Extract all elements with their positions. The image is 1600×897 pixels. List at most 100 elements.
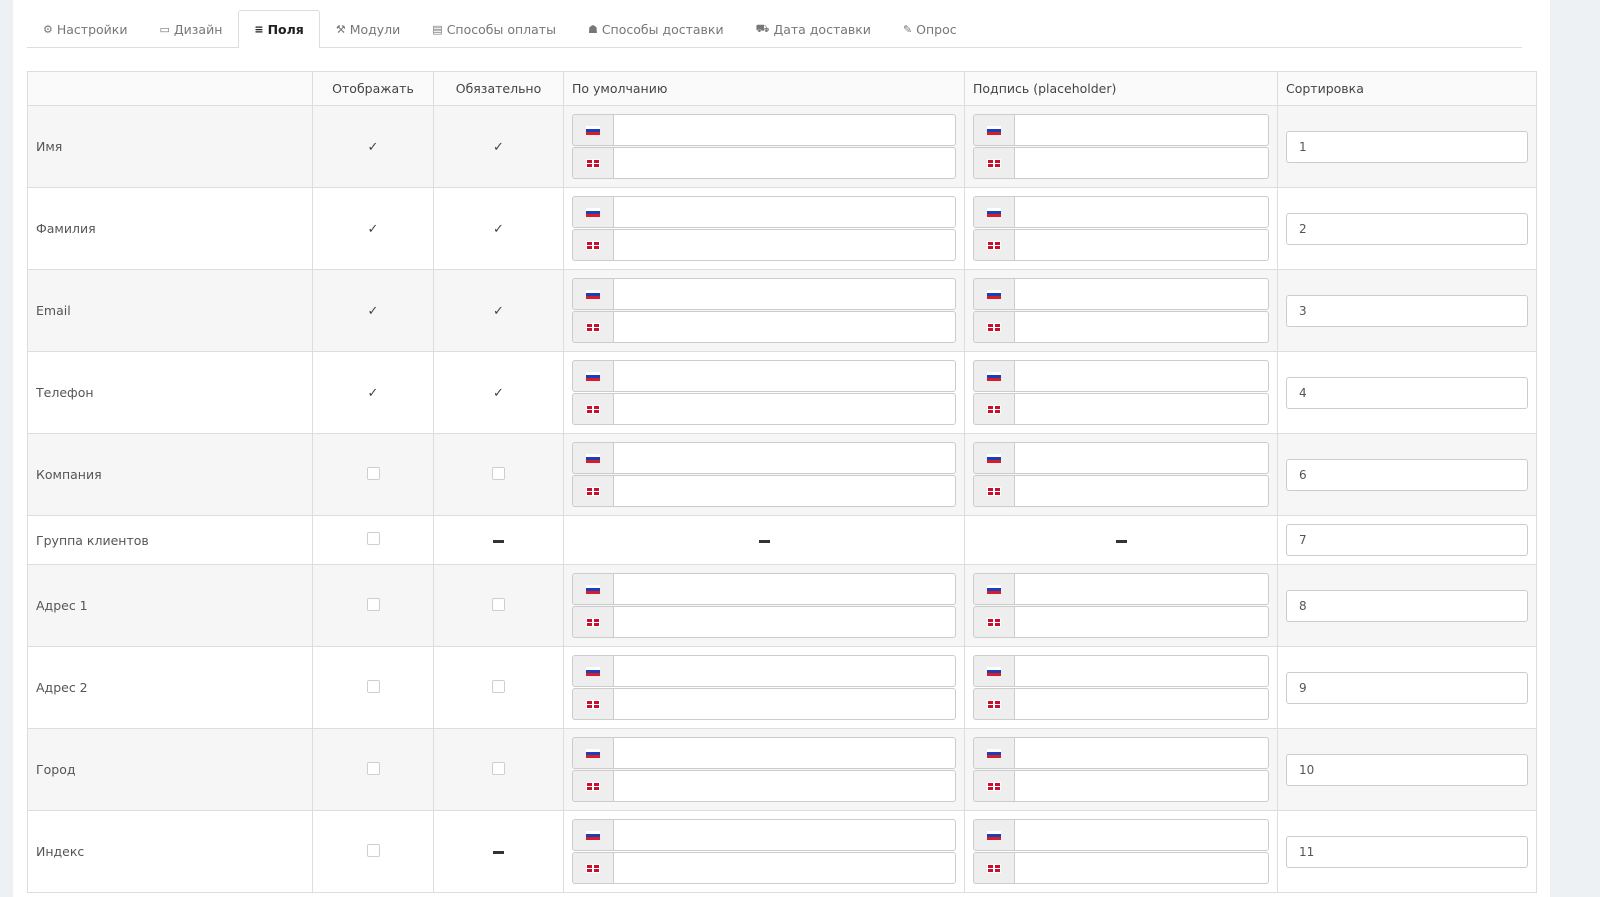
default-input-ru[interactable] (613, 360, 956, 392)
sort-order-input[interactable] (1286, 753, 1528, 786)
default-input-en[interactable] (613, 770, 956, 802)
ru-flag-icon (987, 207, 1001, 217)
default-input-en[interactable] (613, 311, 956, 343)
input-group (973, 393, 1269, 425)
language-addon (973, 311, 1014, 343)
placeholder-input-en[interactable] (1014, 606, 1269, 638)
show-cell (312, 515, 434, 565)
language-addon (973, 393, 1014, 425)
input-group (973, 606, 1269, 638)
table-row: Индекс (27, 810, 1537, 893)
tab-modules[interactable]: ⚒ Модули (320, 11, 416, 47)
placeholder-input-en[interactable] (1014, 229, 1269, 261)
sort-order-input[interactable] (1286, 130, 1528, 163)
tab-gear[interactable]: ⚙ Настройки (27, 11, 143, 47)
input-group (973, 311, 1269, 343)
input-group (973, 278, 1269, 310)
default-input-ru[interactable] (613, 573, 956, 605)
default-input-en[interactable] (613, 688, 956, 720)
required-checkbox[interactable] (492, 466, 505, 480)
required-checkbox-checked[interactable]: ✓ (493, 387, 505, 400)
placeholder-input-en[interactable] (1014, 852, 1269, 884)
default-input-en[interactable] (613, 606, 956, 638)
sort-cell (1277, 728, 1537, 811)
placeholder-input-en[interactable] (1014, 393, 1269, 425)
language-addon (973, 852, 1014, 884)
show-checkbox[interactable] (366, 843, 380, 857)
en-flag-icon (987, 486, 1001, 496)
placeholder-input-ru[interactable] (1014, 819, 1269, 851)
placeholder-input-ru[interactable] (1014, 442, 1269, 474)
placeholder-input-ru[interactable] (1014, 360, 1269, 392)
default-input-ru[interactable] (613, 196, 956, 228)
show-checkbox-checked[interactable]: ✓ (367, 223, 379, 236)
default-input-en[interactable] (613, 229, 956, 261)
placeholder-input-ru[interactable] (1014, 278, 1269, 310)
default-input-ru[interactable] (613, 114, 956, 146)
show-checkbox[interactable] (366, 679, 380, 693)
show-cell: ✓ (312, 105, 434, 188)
default-language-group (572, 196, 956, 261)
tab-truck[interactable]: ⛟ Дата доставки (740, 11, 887, 47)
en-flag-icon (987, 781, 1001, 791)
default-input-ru[interactable] (613, 278, 956, 310)
default-input-en[interactable] (613, 852, 956, 884)
required-checkbox[interactable] (492, 761, 505, 775)
sort-order-input[interactable] (1286, 294, 1528, 327)
default-input-en[interactable] (613, 475, 956, 507)
show-checkbox[interactable] (366, 597, 380, 611)
sort-order-input[interactable] (1286, 589, 1528, 622)
placeholder-input-en[interactable] (1014, 688, 1269, 720)
required-checkbox-checked[interactable]: ✓ (493, 141, 505, 154)
required-checkbox[interactable] (492, 679, 505, 693)
default-input-en[interactable] (613, 147, 956, 179)
sort-order-input[interactable] (1286, 376, 1528, 409)
ru-flag-icon (987, 584, 1001, 594)
required-checkbox[interactable] (492, 597, 505, 611)
placeholder-input-ru[interactable] (1014, 114, 1269, 146)
field-name: Имя (27, 105, 313, 188)
required-checkbox-checked[interactable]: ✓ (493, 305, 505, 318)
en-flag-icon (586, 486, 600, 496)
default-cell (563, 187, 965, 270)
show-checkbox[interactable] (366, 761, 380, 775)
default-input-ru[interactable] (613, 819, 956, 851)
placeholder-language-group (973, 737, 1269, 802)
sort-order-input[interactable] (1286, 835, 1528, 868)
language-addon (572, 688, 613, 720)
tab-monitor[interactable]: ▭ Дизайн (143, 11, 238, 47)
placeholder-input-en[interactable] (1014, 147, 1269, 179)
placeholder-input-en[interactable] (1014, 311, 1269, 343)
default-input-en[interactable] (613, 393, 956, 425)
default-input-ru[interactable] (613, 655, 956, 687)
placeholder-input-ru[interactable] (1014, 737, 1269, 769)
placeholder-input-en[interactable] (1014, 770, 1269, 802)
tab-list[interactable]: ≡ Поля (238, 10, 320, 48)
show-checkbox-checked[interactable]: ✓ (367, 305, 379, 318)
field-name: Группа клиентов (27, 515, 313, 565)
show-checkbox-checked[interactable]: ✓ (367, 141, 379, 154)
required-checkbox-checked[interactable]: ✓ (493, 223, 505, 236)
language-addon (572, 475, 613, 507)
show-checkbox[interactable] (366, 532, 380, 545)
placeholder-input-ru[interactable] (1014, 655, 1269, 687)
default-cell (563, 515, 965, 565)
en-flag-icon (586, 699, 600, 709)
sort-cell (1277, 646, 1537, 729)
sort-order-input[interactable] (1286, 524, 1528, 556)
sort-order-input[interactable] (1286, 458, 1528, 491)
sort-order-input[interactable] (1286, 212, 1528, 245)
show-checkbox-checked[interactable]: ✓ (367, 387, 379, 400)
tab-credit-card[interactable]: ▤ Способы оплаты (416, 11, 572, 47)
ru-flag-icon (586, 830, 600, 840)
tab-edit[interactable]: ✎ Опрос (887, 11, 973, 47)
placeholder-input-ru[interactable] (1014, 573, 1269, 605)
placeholder-input-ru[interactable] (1014, 196, 1269, 228)
required-cell (433, 810, 564, 893)
default-input-ru[interactable] (613, 442, 956, 474)
placeholder-input-en[interactable] (1014, 475, 1269, 507)
show-checkbox[interactable] (366, 466, 380, 480)
default-input-ru[interactable] (613, 737, 956, 769)
sort-order-input[interactable] (1286, 671, 1528, 704)
tab-delivery-person[interactable]: ☗ Способы доставки (572, 11, 740, 47)
